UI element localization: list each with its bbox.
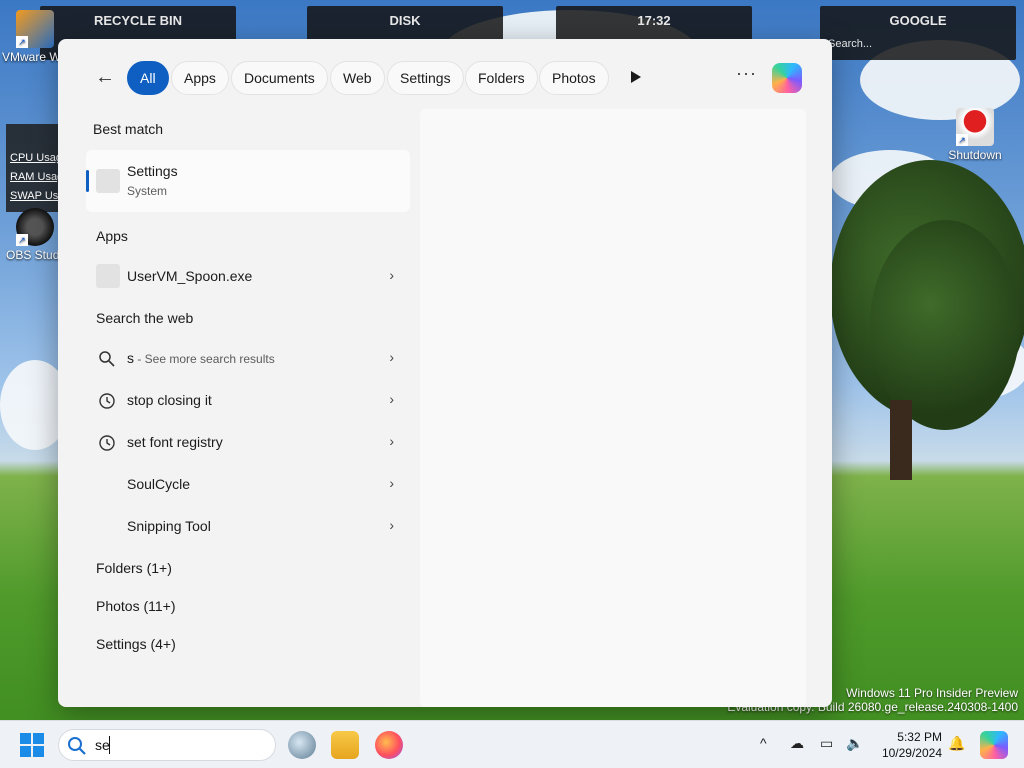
filter-web[interactable]: Web xyxy=(330,61,385,95)
history-icon xyxy=(99,435,115,451)
google-search-field[interactable]: Search... xyxy=(820,38,1016,50)
search-web-heading: Search the web xyxy=(96,310,194,326)
filter-photos[interactable]: Photos xyxy=(539,61,609,95)
chevron-right-icon[interactable]: › xyxy=(389,391,394,407)
desktop-icon-label: OBS Studio xyxy=(6,248,64,262)
vmware-icon: ↗ xyxy=(16,10,54,48)
filter-folders[interactable]: Folders xyxy=(465,61,538,95)
filter-documents[interactable]: Documents xyxy=(231,61,328,95)
filter-settings[interactable]: Settings xyxy=(387,61,464,95)
widget-title: DISK xyxy=(389,13,421,28)
best-match-subtitle: System xyxy=(127,184,168,198)
best-match-heading: Best match xyxy=(93,121,164,137)
chevron-right-icon[interactable]: › xyxy=(389,517,394,533)
chevron-right-icon[interactable]: › xyxy=(389,433,394,449)
more-options-button[interactable]: ··· xyxy=(736,63,757,84)
web-result-see-more[interactable]: s - See more search results › xyxy=(86,339,410,377)
web-query-text: s xyxy=(127,350,134,366)
swap-usage-label: SWAP Usage xyxy=(10,190,58,202)
search-query-text: se xyxy=(95,737,110,753)
shortcut-arrow-icon: ↗ xyxy=(16,234,28,246)
history-icon xyxy=(99,393,115,409)
taskbar-search-input[interactable]: se xyxy=(58,729,276,761)
copilot-preview-icon[interactable] xyxy=(980,731,1008,759)
web-result-label: set font registry xyxy=(127,434,223,450)
web-result-label: SoulCycle xyxy=(127,476,191,492)
chevron-right-icon[interactable]: › xyxy=(389,349,394,365)
widget-title: 17:32 xyxy=(637,13,671,28)
desktop-icon-label: VMware Workstation xyxy=(2,50,66,64)
apps-heading: Apps xyxy=(96,228,128,244)
text-caret xyxy=(109,736,110,754)
filter-all[interactable]: All xyxy=(127,61,169,95)
filter-apps[interactable]: Apps xyxy=(171,61,229,95)
taskbar-clock[interactable]: 5:32 PM 10/29/2024 xyxy=(876,729,942,761)
shortcut-arrow-icon: ↗ xyxy=(956,134,968,146)
copilot-icon[interactable] xyxy=(772,63,802,93)
best-match-result[interactable]: Settings System xyxy=(86,150,410,212)
web-query-hint: - See more search results xyxy=(134,352,275,366)
cloud-offline-icon[interactable]: ☁ xyxy=(790,735,804,752)
edge-icon[interactable] xyxy=(288,731,316,759)
clock-time: 5:32 PM xyxy=(897,730,942,744)
web-result-suggestion[interactable]: SoulCycle › xyxy=(86,465,410,503)
play-icon[interactable] xyxy=(626,68,646,88)
file-explorer-icon[interactable] xyxy=(331,731,359,759)
obs-icon: ↗ xyxy=(16,208,54,246)
settings-group-heading[interactable]: Settings (4+) xyxy=(96,636,176,652)
result-preview-pane xyxy=(420,109,806,707)
app-icon xyxy=(96,264,120,288)
clock-date: 10/29/2024 xyxy=(881,746,942,760)
chevron-right-icon[interactable]: › xyxy=(389,475,394,491)
web-result-label: stop closing it xyxy=(127,392,212,408)
windows-start-icon[interactable] xyxy=(20,733,44,757)
app-result-label: UserVM_Spoon.exe xyxy=(127,268,253,284)
widget-title: GOOGLE xyxy=(889,13,947,28)
search-icon xyxy=(68,737,86,755)
volume-icon[interactable]: 🔈 xyxy=(846,735,863,752)
notification-bell-icon[interactable]: 🔔 xyxy=(948,735,965,752)
selection-indicator xyxy=(86,170,89,192)
back-arrow-icon[interactable]: ← xyxy=(92,65,118,91)
google-widget[interactable]: GOOGLE Search... xyxy=(820,6,1016,60)
web-result-history[interactable]: stop closing it › xyxy=(86,381,410,419)
cpu-usage-label: CPU Usage xyxy=(10,152,58,164)
settings-app-icon xyxy=(96,169,120,193)
web-result-label: Snipping Tool xyxy=(127,518,211,534)
network-icon[interactable]: ▭ xyxy=(820,735,833,752)
search-filter-bar: ← All Apps Documents Web Settings Folder… xyxy=(58,61,832,95)
web-result-suggestion[interactable]: Snipping Tool › xyxy=(86,507,410,545)
chevron-up-icon[interactable]: ^ xyxy=(760,735,767,751)
photos-group-heading[interactable]: Photos (11+) xyxy=(96,598,176,614)
app-result-uservm-spoon[interactable]: UserVM_Spoon.exe › xyxy=(86,257,410,295)
chevron-right-icon[interactable]: › xyxy=(389,267,394,283)
best-match-title: Settings xyxy=(127,163,178,179)
desktop-icon-label: Shutdown xyxy=(948,148,1002,162)
web-result-history[interactable]: set font registry › xyxy=(86,423,410,461)
system-monitor-widget: CPU Usage RAM Usage SWAP Usage xyxy=(6,124,58,212)
folders-group-heading[interactable]: Folders (1+) xyxy=(96,560,172,576)
search-icon xyxy=(99,351,115,367)
desktop-icon-shutdown[interactable]: ↗ Shutdown xyxy=(940,108,1010,162)
shortcut-arrow-icon: ↗ xyxy=(16,36,28,48)
ram-usage-label: RAM Usage xyxy=(10,171,58,183)
taskbar: se ^ ☁ ▭ 🔈 5:32 PM 10/29/2024 🔔 xyxy=(0,720,1024,768)
firefox-icon[interactable] xyxy=(375,731,403,759)
search-panel: ← All Apps Documents Web Settings Folder… xyxy=(58,39,832,707)
shutdown-icon: ↗ xyxy=(956,108,994,146)
